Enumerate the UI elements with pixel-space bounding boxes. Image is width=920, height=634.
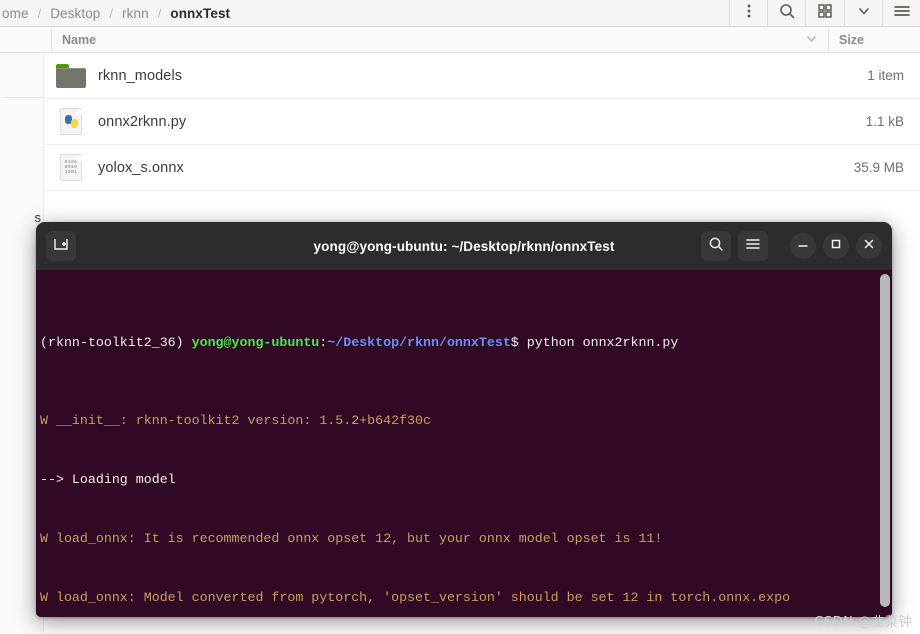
grid-view-button[interactable] [806, 0, 844, 27]
new-tab-icon [53, 236, 69, 257]
file-size: 1.1 kB [865, 114, 904, 129]
table-row[interactable]: rknn_models 1 item [44, 53, 920, 99]
overflow-menu-button[interactable] [729, 0, 767, 27]
maximize-icon [829, 237, 843, 256]
screen: ome / Desktop / rknn / onnxTest Name Siz… [0, 0, 920, 634]
file-icon-cell [44, 63, 98, 88]
column-header-name[interactable]: Name [52, 32, 828, 48]
hamburger-icon [745, 237, 761, 256]
file-icon-cell [44, 108, 98, 135]
sort-chevron-icon [805, 32, 818, 48]
terminal-line: W load_onnx: Model converted from pytorc… [40, 589, 791, 605]
file-manager-header: ome / Desktop / rknn / onnxTest [0, 0, 920, 27]
minimize-button[interactable] [790, 233, 816, 259]
column-header-name-label: Name [62, 32, 97, 47]
table-row[interactable]: onnx2rknn.py 1.1 kB [44, 99, 920, 145]
terminal-line: W __init__: rknn-toolkit2 version: 1.5.2… [40, 413, 431, 429]
sidebar-divider [4, 97, 43, 98]
terminal-line-prompt: (rknn-toolkit2_36) yong@yong-ubuntu:~/De… [40, 333, 892, 353]
hamburger-icon [893, 4, 910, 23]
column-gutter [0, 26, 52, 53]
file-name: rknn_models [98, 67, 183, 84]
close-button[interactable] [856, 233, 882, 259]
watermark: CSDN @韭菜钟 [814, 615, 912, 630]
file-size: 35.9 MB [853, 160, 904, 175]
table-row[interactable]: 0100 0010 1001 yolox_s.onnx 35.9 MB [44, 145, 920, 191]
binary-file-icon: 0100 0010 1001 [60, 154, 82, 181]
scrollbar-thumb[interactable] [880, 274, 890, 607]
new-tab-button[interactable] [46, 231, 76, 261]
column-header-size-label: Size [839, 32, 865, 47]
breadcrumb-item-onnxtest[interactable]: onnxTest [168, 6, 232, 21]
breadcrumb-separator: / [109, 5, 114, 21]
file-icon-cell: 0100 0010 1001 [44, 154, 98, 181]
prompt-env: (rknn-toolkit2_36) [40, 334, 192, 350]
prompt-user-host: yong@yong-ubuntu [191, 334, 320, 350]
column-headers: Name Size [0, 26, 920, 53]
python-file-icon [60, 108, 82, 135]
titlebar-right-controls [701, 231, 882, 261]
binary-icon-line: 1001 [64, 170, 78, 175]
breadcrumb: ome / Desktop / rknn / onnxTest [0, 0, 232, 27]
terminal-titlebar: yong@yong-ubuntu: ~/Desktop/rknn/onnxTes… [36, 222, 892, 270]
terminal-window: yong@yong-ubuntu: ~/Desktop/rknn/onnxTes… [36, 222, 892, 617]
column-header-size[interactable]: Size [828, 26, 920, 53]
breadcrumb-separator: / [157, 5, 162, 21]
search-button[interactable] [767, 0, 805, 27]
minimize-icon [796, 237, 810, 256]
view-options-button[interactable] [844, 0, 882, 27]
file-name: yolox_s.onnx [98, 159, 184, 176]
search-icon [779, 3, 795, 24]
breadcrumb-separator: / [37, 5, 42, 21]
three-dots-icon [747, 3, 751, 24]
main-menu-button[interactable] [882, 0, 920, 27]
terminal-command: python onnx2rknn.py [518, 334, 679, 350]
prompt-dollar: $ [510, 334, 519, 350]
titlebar-left-controls [46, 231, 76, 261]
terminal-menu-button[interactable] [738, 231, 768, 261]
terminal-search-button[interactable] [701, 231, 731, 261]
search-icon [708, 236, 724, 257]
prompt-path: ~/Desktop/rknn/onnxTest [327, 334, 511, 350]
terminal-output[interactable]: (rknn-toolkit2_36) yong@yong-ubuntu:~/De… [36, 270, 892, 617]
breadcrumb-item-home[interactable]: ome [0, 6, 31, 21]
terminal-line: W load_onnx: It is recommended onnx opse… [40, 530, 663, 546]
maximize-button[interactable] [823, 233, 849, 259]
breadcrumb-item-rknn[interactable]: rknn [120, 6, 151, 21]
terminal-scrollbar[interactable] [880, 274, 890, 607]
close-icon [862, 237, 876, 256]
chevron-down-icon [857, 4, 871, 23]
view-controls-group [805, 0, 882, 27]
terminal-line: --> Loading model [40, 471, 176, 487]
breadcrumb-item-desktop[interactable]: Desktop [48, 6, 102, 21]
grid-icon [817, 3, 833, 24]
folder-icon [56, 63, 86, 88]
file-name: onnx2rknn.py [98, 113, 187, 130]
file-size: 1 item [867, 68, 904, 83]
